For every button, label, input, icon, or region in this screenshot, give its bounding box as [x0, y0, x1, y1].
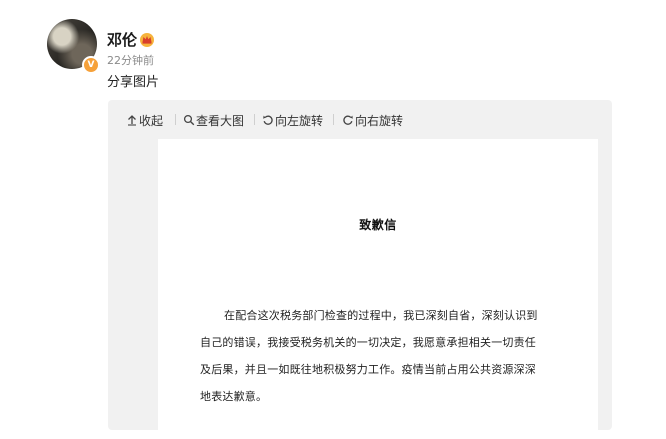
crown-icon [140, 33, 154, 47]
image-viewer: 收起 查看大图 向左旋转 向右旋转 致歉信 在配合这次税务部门检查的过程中，我已… [108, 100, 612, 439]
view-large-button[interactable]: 查看大图 [183, 112, 244, 128]
letter-title: 致歉信 [359, 218, 397, 232]
search-icon [183, 114, 195, 126]
rotate-left-label: 向左旋转 [275, 113, 324, 128]
letter-line: 及后果，并且一如既往地积极努力工作。疫情当前占用公共资源深深 [200, 363, 536, 376]
letter-image[interactable]: 致歉信 在配合这次税务部门检查的过程中，我已深刻自省，深刻认识到 自己的错误，我… [158, 139, 598, 439]
post-timestamp[interactable]: 22分钟前 [107, 54, 154, 68]
rotate-right-label: 向右旋转 [355, 113, 404, 128]
rotate-right-icon [343, 115, 353, 125]
viewer-toolbar: 收起 查看大图 向左旋转 向右旋转 [108, 100, 612, 138]
rotate-left-button[interactable]: 向左旋转 [262, 112, 323, 128]
rotate-left-icon [263, 115, 273, 125]
toolbar-divider [333, 114, 334, 125]
collapse-icon [128, 115, 136, 126]
collapse-label: 收起 [139, 113, 164, 128]
letter-line: 地表达歉意。 [200, 390, 268, 403]
toolbar-divider [175, 114, 176, 125]
author-name[interactable]: 邓伦 [107, 30, 137, 50]
rotate-right-button[interactable]: 向右旋转 [342, 112, 403, 128]
post-text: 分享图片 [107, 75, 160, 90]
collapse-button[interactable]: 收起 [126, 112, 163, 128]
toolbar-divider [254, 114, 255, 125]
verified-badge-icon: V [82, 56, 100, 74]
letter-line: 自己的错误，我接受税务机关的一切决定，我愿意承担相关一切责任 [200, 336, 536, 349]
letter-line: 在配合这次税务部门检查的过程中，我已深刻自省，深刻认识到 [224, 309, 538, 322]
view-large-label: 查看大图 [196, 113, 245, 128]
